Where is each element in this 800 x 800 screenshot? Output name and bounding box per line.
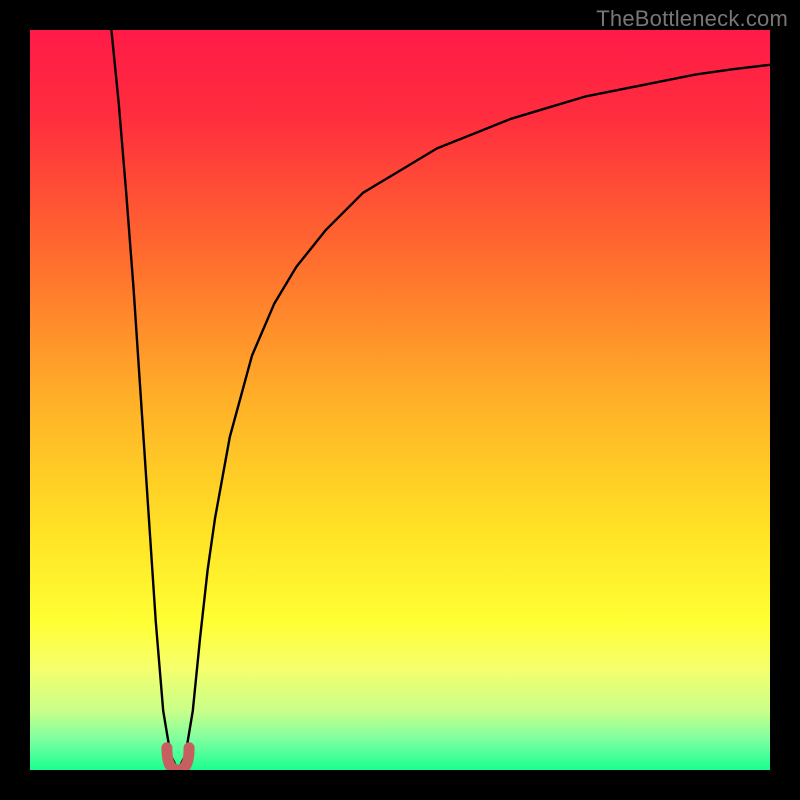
chart-svg bbox=[30, 30, 770, 770]
plot-area bbox=[30, 30, 770, 770]
watermark-text: TheBottleneck.com bbox=[596, 6, 788, 32]
chart-frame: TheBottleneck.com bbox=[0, 0, 800, 800]
